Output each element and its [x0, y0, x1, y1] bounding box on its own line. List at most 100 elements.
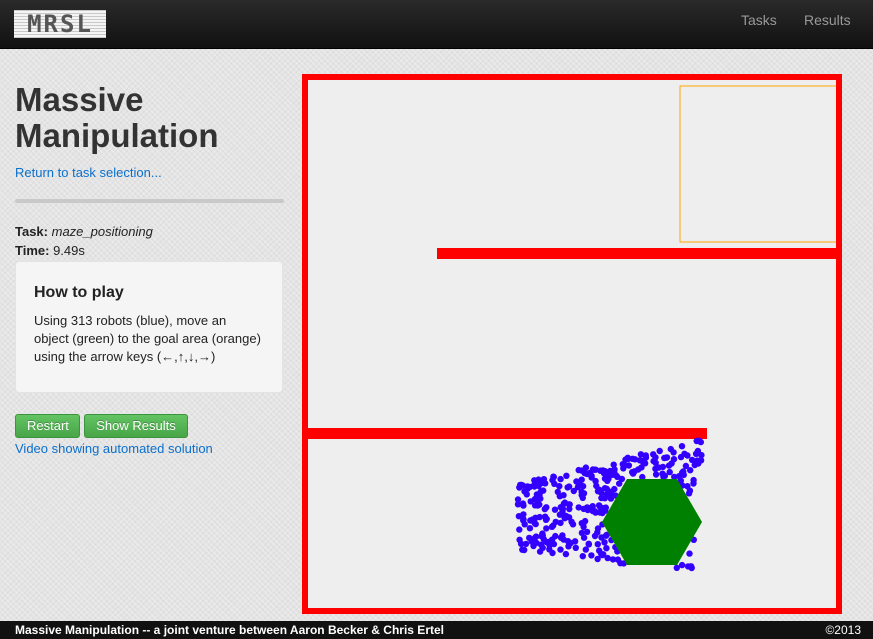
robot-dot: [557, 475, 564, 483]
robot-dot: [602, 504, 609, 511]
robot-dot: [697, 457, 705, 464]
robot-dot: [584, 506, 591, 514]
robot-dot: [692, 450, 700, 457]
robot-dot: [566, 505, 573, 513]
robot-dot: [618, 475, 626, 483]
robot-dot: [678, 443, 686, 450]
robot-dot: [652, 459, 659, 466]
mrsl-logo[interactable]: MRSL: [14, 10, 106, 38]
robot-dot: [578, 476, 585, 483]
how-to-play-title: How to play: [34, 284, 124, 301]
robot-dot: [563, 472, 570, 479]
robot-dot: [546, 538, 553, 545]
video-solution-link[interactable]: Video showing automated solution: [15, 441, 213, 456]
robot-dot: [540, 536, 547, 543]
robot-dot: [570, 487, 577, 495]
robot-dot: [622, 456, 629, 463]
robot-dot: [601, 485, 609, 492]
robot-dot: [594, 541, 601, 548]
return-to-tasks-link[interactable]: Return to task selection...: [15, 165, 162, 180]
robot-dot: [601, 539, 608, 546]
maze-wall-lower: [305, 428, 707, 439]
robot-dot: [515, 513, 523, 520]
robot-dot: [686, 550, 693, 557]
robot-dot: [527, 517, 534, 524]
robot-dot: [637, 451, 645, 458]
robot-dot: [610, 461, 617, 468]
robot-dot: [539, 544, 546, 551]
time-label: Time:: [15, 243, 50, 258]
show-results-button[interactable]: Show Results: [84, 414, 188, 438]
robot-dot: [582, 464, 590, 471]
robot-dot: [551, 506, 559, 513]
robot-dot: [565, 543, 572, 550]
robot-dot: [582, 546, 589, 553]
robot-dot: [591, 532, 599, 540]
robot-dot: [697, 438, 704, 446]
robot-dot: [530, 482, 537, 489]
robot-dot: [569, 521, 577, 528]
robot-dot: [522, 540, 530, 548]
robot-dot: [579, 553, 586, 560]
robot-dot: [562, 550, 570, 558]
robot-dot: [611, 485, 618, 493]
robot-dot: [604, 554, 611, 562]
how-to-play-text: Using 313 robots (blue), move an object …: [34, 313, 261, 364]
robot-dot: [519, 546, 526, 553]
footer: Massive Manipulation -- a joint venture …: [0, 621, 873, 639]
robot-dot: [594, 555, 601, 563]
game-canvas[interactable]: [302, 74, 842, 614]
robot-dot: [617, 560, 624, 567]
robot-dot: [581, 517, 589, 525]
robot-dot: [536, 494, 543, 502]
task-name: maze_positioning: [51, 224, 153, 239]
robot-dot: [536, 501, 543, 508]
how-to-play-panel: How to play Using 313 robots (blue), mov…: [15, 261, 283, 393]
robot-dot: [526, 525, 534, 532]
nav-results-link[interactable]: Results: [804, 12, 851, 28]
robot-dot: [661, 472, 669, 480]
robot-dot: [521, 521, 528, 528]
robot-dot: [550, 473, 557, 480]
footer-copyright: ©2013: [825, 623, 861, 637]
robot-dot: [583, 528, 591, 536]
robot-dot: [605, 474, 612, 481]
task-label: Task:: [15, 224, 48, 239]
divider: [15, 199, 284, 203]
footer-credits: Massive Manipulation -- a joint venture …: [15, 623, 444, 637]
robot-dot: [690, 480, 697, 487]
robot-dot: [603, 545, 610, 552]
robot-dot: [686, 487, 694, 494]
robot-dot: [677, 453, 685, 461]
robot-dot: [575, 466, 582, 474]
robot-dot: [588, 552, 595, 559]
robot-dot: [684, 452, 691, 459]
robot-dot: [543, 525, 550, 532]
robot-dot: [592, 477, 599, 485]
robot-dot: [539, 530, 546, 537]
restart-button[interactable]: Restart: [15, 414, 80, 438]
robot-dot: [656, 447, 663, 455]
robot-dot: [562, 512, 570, 520]
robot-dot: [667, 445, 674, 453]
robot-dot: [629, 469, 636, 476]
robot-dot: [652, 471, 660, 478]
nav-tasks-link[interactable]: Tasks: [741, 12, 777, 28]
robot-dot: [659, 463, 667, 471]
robot-dot: [565, 483, 573, 490]
robot-dot: [536, 513, 543, 521]
robot-dot: [663, 454, 671, 461]
robot-dot: [551, 480, 558, 487]
robot-dot: [549, 549, 556, 557]
robot-dot: [572, 544, 579, 551]
robot-dot: [519, 500, 527, 507]
robot-dot: [541, 505, 548, 513]
time-info: Time: 9.49s: [15, 243, 85, 258]
robot-dot: [557, 546, 564, 553]
maze-wall-upper: [437, 248, 840, 259]
robot-dot: [609, 556, 617, 563]
robot-dot: [612, 472, 620, 479]
robot-dot: [625, 462, 633, 469]
robot-dot: [585, 540, 592, 547]
robot-dot: [578, 488, 585, 496]
